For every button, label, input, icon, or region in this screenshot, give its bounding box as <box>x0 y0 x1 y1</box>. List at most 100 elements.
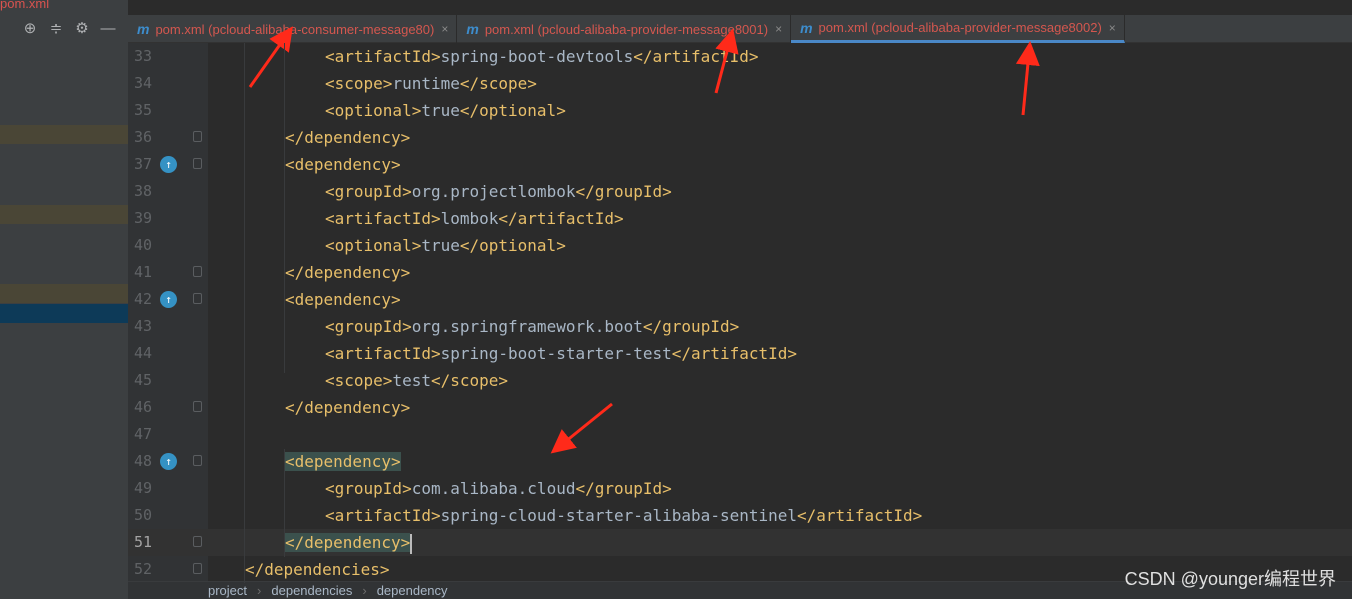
line-number: 48 <box>133 452 152 470</box>
line-number: 47 <box>133 425 152 443</box>
fold-marker-icon[interactable] <box>193 158 202 169</box>
code-line[interactable]: 38 <groupId>org.projectlombok</groupId> <box>128 178 1352 205</box>
code-text: <groupId>org.projectlombok</groupId> <box>325 178 672 205</box>
xml-text: runtime <box>392 74 460 93</box>
run-gutter-icon[interactable]: ↑ <box>160 291 177 308</box>
code-line[interactable]: 35 <optional>true</optional> <box>128 97 1352 124</box>
code-text: <optional>true</optional> <box>325 232 566 259</box>
tree-row-highlight[interactable] <box>0 284 128 303</box>
code-text: <scope>runtime</scope> <box>325 70 537 97</box>
tab-pom-xml-3[interactable]: m pom.xml (pcloud-alibaba-provider-messag… <box>791 15 1125 43</box>
indent-guide <box>284 449 285 557</box>
xml-open-tag: <artifactId> <box>325 47 441 66</box>
watermark: CSDN @younger编程世界 <box>1124 569 1336 589</box>
minimize-icon[interactable]: — <box>100 21 116 37</box>
code-line[interactable]: 33 <artifactId>spring-boot-devtools</arti… <box>128 43 1352 70</box>
fold-marker-icon[interactable] <box>193 455 202 466</box>
xml-open-tag: <dependency> <box>285 155 401 174</box>
breadcrumb-item-project[interactable]: project <box>208 583 247 598</box>
fold-marker-icon[interactable] <box>193 401 202 412</box>
line-number: 36 <box>133 128 152 146</box>
indent-guide <box>284 43 285 373</box>
xml-open-tag: <artifactId> <box>325 506 441 525</box>
line-number: 45 <box>133 371 152 389</box>
run-gutter-icon[interactable]: ↑ <box>160 156 177 173</box>
xml-open-tag: </dependency> <box>285 263 411 282</box>
xml-text: spring-cloud-starter-alibaba-sentinel <box>440 506 798 525</box>
maven-file-icon: m <box>137 21 150 37</box>
project-toolbar: ⊕ ≑ ⚙ — <box>0 16 128 42</box>
tree-row-selected[interactable] <box>0 304 128 323</box>
code-text: <artifactId>spring-boot-starter-test</ar… <box>325 340 797 367</box>
close-icon[interactable]: × <box>775 22 782 36</box>
xml-open-tag: <groupId> <box>325 317 412 336</box>
collapse-icon[interactable]: ≑ <box>48 21 64 37</box>
code-line[interactable]: 36 </dependency> <box>128 124 1352 151</box>
code-text: <scope>test</scope> <box>325 367 508 394</box>
xml-open-tag: </dependency> <box>285 128 411 147</box>
code-line[interactable]: 37 ↑ <dependency> <box>128 151 1352 178</box>
tab-pom-xml-1[interactable]: m pom.xml (pcloud-alibaba-consumer-messag… <box>128 15 458 43</box>
tab-label: pom.xml (pcloud-alibaba-consumer-message… <box>155 21 435 37</box>
fold-marker-icon[interactable] <box>193 266 202 277</box>
tab-pom-xml-2[interactable]: m pom.xml (pcloud-alibaba-provider-messag… <box>457 15 792 43</box>
code-text: <groupId>com.alibaba.cloud</groupId> <box>325 475 672 502</box>
code-line[interactable]: 44 <artifactId>spring-boot-starter-test</… <box>128 340 1352 367</box>
breadcrumb-item-dependencies[interactable]: dependencies <box>271 583 352 598</box>
fold-marker-icon[interactable] <box>193 536 202 547</box>
code-line[interactable]: 49 <groupId>com.alibaba.cloud</groupId> <box>128 475 1352 502</box>
breadcrumb-item-dependency[interactable]: dependency <box>377 583 448 598</box>
xml-text: spring-boot-devtools <box>440 47 634 66</box>
code-line[interactable]: 40 <optional>true</optional> <box>128 232 1352 259</box>
xml-open-tag: <scope> <box>325 371 393 390</box>
code-line[interactable]: 39 <artifactId>lombok</artifactId> <box>128 205 1352 232</box>
xml-close-tag: </groupId> <box>642 317 740 336</box>
code-line[interactable]: 45 <scope>test</scope> <box>128 367 1352 394</box>
tree-row-highlight[interactable] <box>0 125 128 144</box>
maven-file-icon: m <box>466 21 479 37</box>
line-number: 52 <box>133 560 152 578</box>
code-line[interactable]: 47 <box>128 421 1352 448</box>
close-icon[interactable]: × <box>1109 21 1116 35</box>
code-text: </dependency> <box>285 124 410 151</box>
line-number: 49 <box>133 479 152 497</box>
breadcrumb-separator: › <box>257 583 262 598</box>
fold-marker-icon[interactable] <box>193 131 202 142</box>
xml-open-tag: </dependency> <box>285 398 411 417</box>
close-icon[interactable]: × <box>441 22 448 36</box>
xml-text: org.springframework.boot <box>411 317 643 336</box>
xml-close-tag: </artifactId> <box>633 47 759 66</box>
code-line[interactable]: 46 </dependency> <box>128 394 1352 421</box>
crosshair-icon[interactable]: ⊕ <box>22 21 38 37</box>
code-line[interactable]: 42 ↑ <dependency> <box>128 286 1352 313</box>
line-number: 41 <box>133 263 152 281</box>
editor-tab-bar: m pom.xml (pcloud-alibaba-consumer-messag… <box>128 15 1352 43</box>
xml-open-tag: <dependency> <box>285 452 401 471</box>
code-line[interactable]: 50 <artifactId>spring-cloud-starter-aliba… <box>128 502 1352 529</box>
project-file-label[interactable]: pom.xml <box>0 0 49 11</box>
line-number: 38 <box>133 182 152 200</box>
xml-open-tag: <scope> <box>325 74 393 93</box>
gear-icon[interactable]: ⚙ <box>74 21 90 37</box>
code-line[interactable]: 34 <scope>runtime</scope> <box>128 70 1352 97</box>
xml-open-tag: <optional> <box>325 236 422 255</box>
code-line[interactable]: 51 </dependency> <box>128 529 1352 556</box>
fold-marker-icon[interactable] <box>193 563 202 574</box>
xml-text: test <box>392 371 431 390</box>
xml-text: lombok <box>440 209 499 228</box>
xml-open-tag: <groupId> <box>325 479 412 498</box>
code-line[interactable]: 48 ↑ <dependency> <box>128 448 1352 475</box>
xml-close-tag: </scope> <box>459 74 537 93</box>
xml-close-tag: </artifactId> <box>671 344 798 363</box>
tree-row-highlight[interactable] <box>0 205 128 224</box>
run-gutter-icon[interactable]: ↑ <box>160 453 177 470</box>
line-number: 50 <box>133 506 152 524</box>
xml-open-tag: <groupId> <box>325 182 412 201</box>
code-line[interactable]: 43 <groupId>org.springframework.boot</gro… <box>128 313 1352 340</box>
fold-marker-icon[interactable] <box>193 293 202 304</box>
xml-open-tag: <artifactId> <box>325 209 441 228</box>
xml-open-tag: <dependency> <box>285 290 401 309</box>
code-line[interactable]: 41 </dependency> <box>128 259 1352 286</box>
code-text: <optional>true</optional> <box>325 97 566 124</box>
line-number: 43 <box>133 317 152 335</box>
